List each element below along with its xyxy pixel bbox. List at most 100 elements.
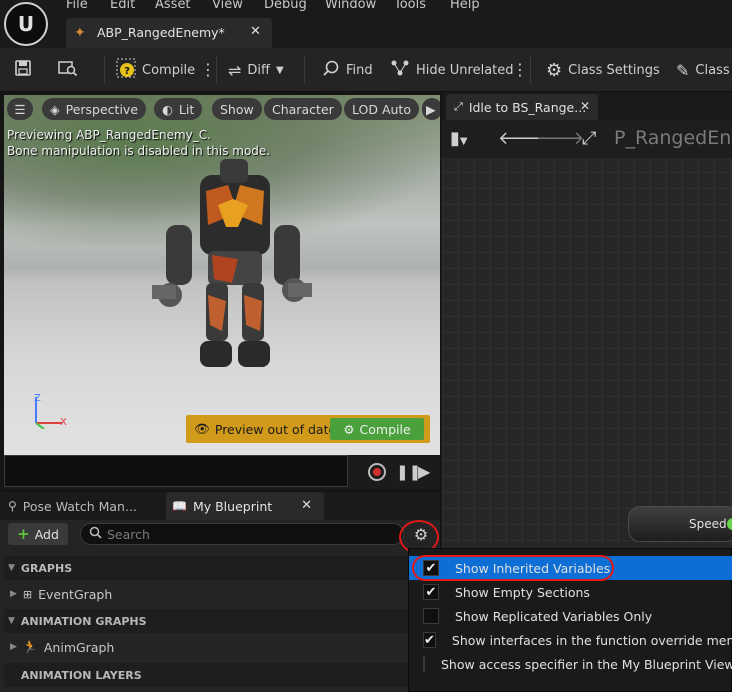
- section-label: ANIMATION GRAPHS: [20, 614, 147, 628]
- menu-view[interactable]: View: [212, 0, 243, 13]
- robot-character-mesh: [152, 159, 312, 367]
- annotation-circle: [412, 555, 614, 581]
- checkbox[interactable]: [423, 656, 425, 672]
- menu-debug[interactable]: Debug: [264, 0, 307, 13]
- tab-my-blueprint[interactable]: 📖 My Blueprint ✕: [166, 492, 324, 520]
- tree-item-label: EventGraph: [38, 586, 113, 602]
- timeline-bar: ❚❚ ▶: [4, 455, 440, 489]
- menu-item-show-empty-sections[interactable]: ✔ Show Empty Sections: [409, 580, 732, 604]
- transition-icon: ⤢: [454, 100, 463, 113]
- bookmark-icon[interactable]: ▮▼: [450, 128, 468, 149]
- lod-button[interactable]: LOD Auto: [344, 98, 419, 120]
- record-button[interactable]: [368, 463, 386, 481]
- checkbox[interactable]: ✔: [423, 584, 439, 600]
- character-button[interactable]: Character: [264, 98, 342, 120]
- browse-button[interactable]: [58, 48, 78, 92]
- menu-window[interactable]: Window: [325, 0, 376, 13]
- compile-options-icon[interactable]: ⋮: [200, 60, 216, 79]
- section-header-animation-layers[interactable]: ▼ ANIMATION LAYERS: [4, 663, 440, 687]
- add-button[interactable]: + Add: [8, 523, 68, 545]
- section-header-graphs[interactable]: ▼ GRAPHS: [4, 556, 440, 580]
- panel-tab-bar: ⚲ Pose Watch Man... 📖 My Blueprint ✕: [0, 492, 440, 520]
- plus-icon: +: [17, 525, 30, 543]
- compile-button[interactable]: ? Compile: [116, 48, 195, 92]
- menu-item-show-interfaces-override[interactable]: ✔ Show interfaces in the function overri…: [409, 628, 732, 652]
- close-icon[interactable]: ✕: [250, 24, 261, 39]
- menu-file[interactable]: File: [66, 0, 88, 13]
- search-box: [80, 523, 404, 545]
- compile-status-icon: ?: [116, 58, 136, 82]
- hide-unrelated-icon: [390, 59, 410, 81]
- toolbar-divider: [304, 56, 305, 84]
- add-label: Add: [34, 526, 59, 542]
- menu-item-label: Show Empty Sections: [455, 584, 590, 600]
- menu-tools[interactable]: Tools: [394, 0, 426, 13]
- timeline-scrubber[interactable]: [4, 455, 348, 487]
- cube-icon: ◈: [50, 101, 60, 117]
- bone-manipulation-notice: Bone manipulation is disabled in this mo…: [7, 144, 271, 158]
- play-simulation-button[interactable]: ▶: [422, 98, 440, 120]
- speed-variable-node[interactable]: Speed: [628, 506, 732, 542]
- tree-item-anim-graph[interactable]: ▶ 🏃 AnimGraph: [4, 634, 440, 660]
- viewport-menu-button[interactable]: ☰: [7, 98, 33, 120]
- tree-item-label: AnimGraph: [43, 639, 115, 655]
- hide-unrelated-button[interactable]: Hide Unrelated: [390, 48, 514, 92]
- axis-x-label: X: [60, 417, 67, 428]
- axis-z-label: Z: [34, 393, 41, 404]
- close-icon[interactable]: ✕: [580, 99, 590, 113]
- chevron-down-icon: ▼: [8, 616, 15, 626]
- play-icon[interactable]: ▶: [418, 462, 430, 481]
- graph-tab-idle-to-bs[interactable]: ⤢ Idle to BS_Range... ✕: [446, 94, 598, 120]
- tab-mybp-label: My Blueprint: [192, 498, 273, 514]
- perspective-label: Perspective: [65, 101, 139, 117]
- anim-blueprint-icon: ✦: [74, 25, 86, 41]
- output-pin[interactable]: [727, 518, 732, 530]
- menu-asset[interactable]: Asset: [155, 0, 191, 13]
- checkbox[interactable]: ✔: [423, 632, 436, 648]
- search-input[interactable]: [107, 526, 397, 542]
- close-icon[interactable]: ✕: [301, 498, 312, 513]
- checkbox[interactable]: [423, 608, 439, 624]
- toolbar-divider: [216, 56, 217, 84]
- lit-icon: ◐: [162, 101, 173, 117]
- tab-pose-label: Pose Watch Man...: [22, 498, 137, 514]
- preview-viewport[interactable]: ☰ ◈ Perspective ◐ Lit Show Character LOD…: [4, 95, 440, 455]
- class-settings-button[interactable]: ⚙ Class Settings: [546, 48, 660, 92]
- menu-item-label: Show access specifier in the My Blueprin…: [441, 656, 732, 672]
- forward-arrow-icon[interactable]: 🡒: [536, 128, 584, 149]
- save-button[interactable]: [14, 48, 32, 92]
- hide-unrelated-options-icon[interactable]: ⋮: [512, 60, 528, 79]
- find-button[interactable]: Find: [322, 48, 373, 92]
- preview-compile-button[interactable]: ⚙ Compile: [330, 418, 424, 440]
- menu-item-show-replicated-variables-only[interactable]: Show Replicated Variables Only: [409, 604, 732, 628]
- toolbar-divider: [104, 56, 105, 84]
- diff-button[interactable]: ⇌ Diff ▼: [228, 48, 284, 92]
- unreal-logo-icon[interactable]: U: [4, 2, 48, 46]
- document-tab[interactable]: ✦ ABP_RangedEnemy* ✕: [66, 18, 272, 48]
- chevron-right-icon: ▶: [10, 642, 17, 652]
- viewport-toolbar: ☰ ◈ Perspective ◐ Lit Show Character LOD…: [4, 95, 440, 123]
- expand-icon[interactable]: ⤢: [582, 128, 596, 149]
- menu-item-show-access-specifier[interactable]: Show access specifier in the My Blueprin…: [409, 652, 732, 676]
- compile-label: Compile: [142, 62, 196, 78]
- book-icon: 📖: [172, 499, 187, 513]
- tree-item-event-graph[interactable]: ▶ ⊞ EventGraph: [4, 581, 440, 607]
- menu-edit[interactable]: Edit: [110, 0, 135, 13]
- eye-icon: 👁: [194, 421, 210, 436]
- perspective-button[interactable]: ◈ Perspective: [42, 98, 147, 120]
- preview-out-of-date-text: 👁 Preview out of date: [194, 421, 336, 437]
- class-defaults-button[interactable]: ✎ Class: [676, 48, 730, 92]
- pencil-icon: ✎: [676, 60, 690, 80]
- section-header-animation-graphs[interactable]: ▼ ANIMATION GRAPHS: [4, 609, 440, 633]
- hamburger-icon: ☰: [14, 101, 26, 117]
- svg-text:?: ?: [124, 66, 130, 77]
- preview-compile-label: Compile: [359, 421, 411, 437]
- lit-label: Lit: [178, 101, 195, 117]
- lit-button[interactable]: ◐ Lit: [154, 98, 203, 120]
- show-button[interactable]: Show: [212, 98, 262, 120]
- search-icon: [89, 526, 102, 543]
- menu-item-label: Show Replicated Variables Only: [455, 608, 653, 624]
- menu-help[interactable]: Help: [450, 0, 480, 13]
- tab-pose-watch-manager[interactable]: ⚲ Pose Watch Man...: [4, 492, 162, 520]
- gear-icon: ⚙: [343, 421, 355, 437]
